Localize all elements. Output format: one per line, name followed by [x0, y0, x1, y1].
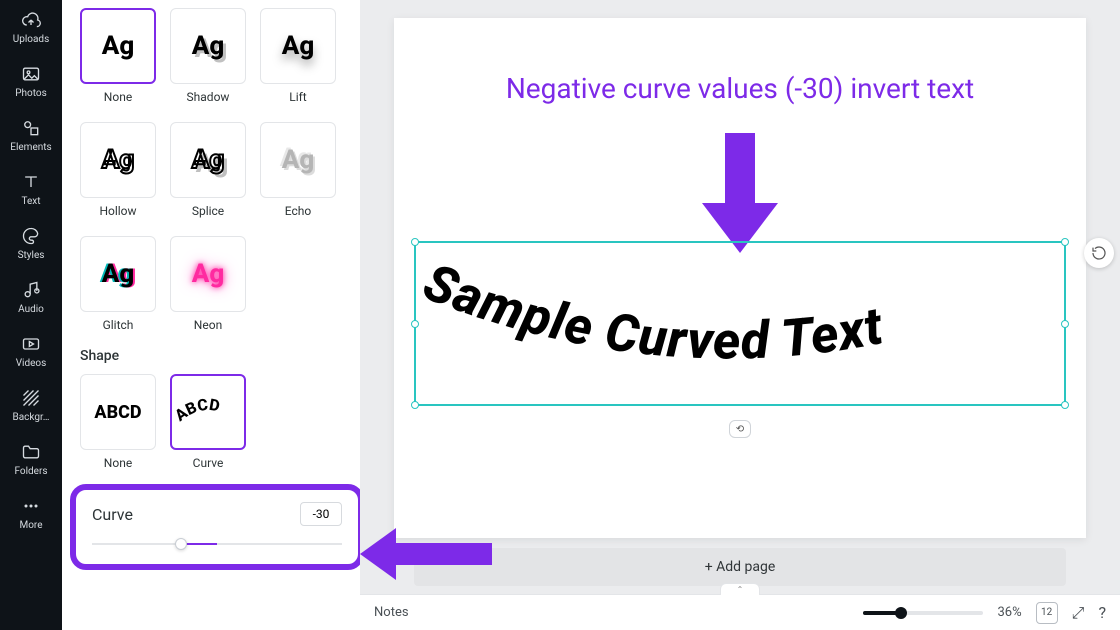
effect-lift[interactable]: Ag Lift: [260, 8, 336, 104]
zoom-slider[interactable]: [863, 611, 983, 615]
effect-label: None: [104, 90, 132, 104]
folder-icon: [21, 442, 41, 462]
rail-audio[interactable]: Audio: [0, 270, 62, 324]
effect-label: Echo: [285, 204, 311, 218]
rail-photos[interactable]: Photos: [0, 54, 62, 108]
bottom-bar: ⌃ Notes 36% 12 ⤢ ?: [360, 594, 1120, 630]
add-page-button[interactable]: + Add page: [414, 548, 1066, 586]
rail-text[interactable]: Text: [0, 162, 62, 216]
effect-tile: Ag: [80, 236, 156, 312]
rail-label: Uploads: [13, 34, 49, 45]
text-icon: [21, 172, 41, 192]
resize-handle[interactable]: [411, 320, 419, 328]
fullscreen-icon[interactable]: ⤢: [1072, 603, 1085, 623]
rail-more[interactable]: More: [0, 486, 62, 540]
rotate-handle-icon[interactable]: ⟲: [729, 420, 751, 438]
help-icon[interactable]: ?: [1098, 603, 1106, 622]
curve-label: Curve: [92, 505, 133, 524]
shape-label: None: [104, 456, 132, 470]
shape-tile: ABCD: [80, 374, 156, 450]
shape-label: Curve: [193, 456, 224, 470]
effect-tile: Ag: [170, 236, 246, 312]
rail-label: Photos: [15, 88, 47, 99]
effect-tile: Ag: [260, 8, 336, 84]
effect-tile: Ag: [170, 8, 246, 84]
resize-handle[interactable]: [411, 401, 419, 409]
effect-glitch[interactable]: Ag Glitch: [80, 236, 156, 332]
resize-handle[interactable]: [411, 238, 419, 246]
effect-shadow[interactable]: Ag Shadow: [170, 8, 246, 104]
effect-splice[interactable]: Ag Splice: [170, 122, 246, 218]
image-icon: [21, 64, 41, 84]
text-selection-box[interactable]: ⟲: [414, 241, 1066, 406]
annotation-callout: Negative curve values (-30) invert text: [394, 72, 1086, 105]
rail-label: More: [19, 520, 42, 531]
rail-videos[interactable]: Videos: [0, 324, 62, 378]
rail-uploads[interactable]: Uploads: [0, 0, 62, 54]
svg-text:ABCD: ABCD: [176, 395, 221, 425]
curve-slider[interactable]: [92, 538, 342, 550]
effect-label: Splice: [192, 204, 224, 218]
rail-label: Styles: [18, 250, 45, 261]
design-page[interactable]: Negative curve values (-30) invert text …: [394, 18, 1086, 538]
hatch-icon: [21, 388, 41, 408]
rail-label: Text: [21, 196, 40, 207]
annotation-arrow-left-icon: [360, 528, 492, 580]
more-icon: [21, 496, 41, 516]
rail-styles[interactable]: Styles: [0, 216, 62, 270]
rail-label: Backgr…: [13, 412, 50, 423]
rail-folders[interactable]: Folders: [0, 432, 62, 486]
curve-control-highlight: Curve: [70, 484, 364, 570]
annotation-arrow-down-icon: [702, 133, 778, 253]
effect-label: Hollow: [99, 204, 136, 218]
effect-hollow[interactable]: Ag Hollow: [80, 122, 156, 218]
resize-handle[interactable]: [1061, 320, 1069, 328]
nav-rail: Uploads Photos Elements Text Styles Audi…: [0, 0, 62, 630]
cloud-up-icon: [21, 10, 41, 30]
rail-background[interactable]: Backgr…: [0, 378, 62, 432]
effect-neon[interactable]: Ag Neon: [170, 236, 246, 332]
effect-tile: Ag: [80, 8, 156, 84]
audio-icon: [21, 280, 41, 300]
effect-tile: Ag: [170, 122, 246, 198]
rail-label: Elements: [10, 142, 51, 153]
resize-handle[interactable]: [1061, 238, 1069, 246]
effect-tile: Ag: [80, 122, 156, 198]
effect-label: Glitch: [103, 318, 134, 332]
shape-none[interactable]: ABCD None: [80, 374, 156, 470]
rotate-icon: [1091, 245, 1107, 261]
zoom-value[interactable]: 36%: [997, 605, 1021, 620]
shape-tile: ABCD: [170, 374, 246, 450]
page-count-icon[interactable]: 12: [1036, 602, 1058, 624]
shape-section-title: Shape: [80, 348, 342, 364]
effects-panel: Ag None Ag Shadow Ag Lift Ag Hollow Ag Splice Ag Ec…: [62, 0, 360, 630]
palette-icon: [21, 226, 41, 246]
page-thumb-tab[interactable]: ⌃: [720, 583, 760, 595]
video-icon: [21, 334, 41, 354]
effect-label: Shadow: [187, 90, 230, 104]
shapes-icon: [21, 118, 41, 138]
resize-handle[interactable]: [1061, 401, 1069, 409]
notes-button[interactable]: Notes: [374, 605, 409, 620]
rail-elements[interactable]: Elements: [0, 108, 62, 162]
effect-label: Neon: [194, 318, 222, 332]
rail-label: Audio: [18, 304, 44, 315]
page-rotate-button[interactable]: [1084, 238, 1114, 268]
effect-label: Lift: [289, 90, 306, 104]
effect-echo[interactable]: Ag Echo: [260, 122, 336, 218]
effect-tile: Ag: [260, 122, 336, 198]
shape-curve[interactable]: ABCD Curve: [170, 374, 246, 470]
curve-value-input[interactable]: [300, 502, 342, 526]
rail-label: Videos: [16, 358, 47, 369]
add-page-label: + Add page: [705, 559, 776, 575]
effect-none[interactable]: Ag None: [80, 8, 156, 104]
rail-label: Folders: [14, 466, 47, 477]
